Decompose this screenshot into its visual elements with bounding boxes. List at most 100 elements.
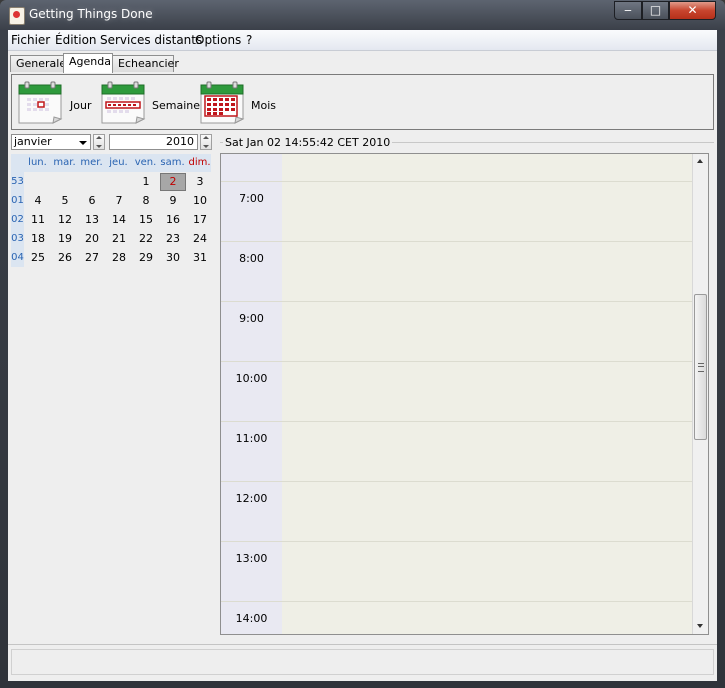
day-header-dim: dim.	[188, 157, 211, 168]
current-date-header: Sat Jan 02 14:55:42 CET 2010	[223, 136, 393, 149]
selected-day-cell[interactable]: 2	[160, 173, 186, 191]
month-spinner[interactable]	[93, 134, 105, 150]
day-cell[interactable]: 17	[187, 211, 213, 229]
hour-label: 9:00	[239, 312, 264, 325]
day-cell[interactable]: 24	[187, 230, 213, 248]
minimize-button[interactable]: ‒	[614, 1, 642, 20]
day-cell[interactable]: 6	[79, 192, 105, 210]
day-cell[interactable]: 22	[133, 230, 159, 248]
month-select[interactable]: janvier	[11, 134, 91, 150]
close-button[interactable]: ✕	[669, 1, 716, 20]
day-header-mer: mer.	[80, 157, 103, 168]
day-header-mar: mar.	[53, 157, 76, 168]
day-cell[interactable]: 29	[133, 249, 159, 267]
day-calendar-icon	[18, 81, 63, 124]
semaine-label: Semaine	[152, 99, 201, 112]
scroll-down-arrow-icon[interactable]	[697, 624, 703, 628]
day-cell[interactable]: 3	[187, 173, 213, 191]
week-number: 02	[11, 214, 24, 225]
day-cell[interactable]: 21	[106, 230, 132, 248]
day-header-jeu: jeu.	[109, 157, 128, 168]
week-calendar-icon	[101, 81, 146, 124]
day-cell[interactable]: 13	[79, 211, 105, 229]
semaine-view-button[interactable]: Semaine	[100, 81, 200, 125]
grip-icon	[698, 363, 704, 372]
day-cell[interactable]: 26	[52, 249, 78, 267]
menu-fichier[interactable]: Fichier	[11, 33, 50, 47]
day-cell[interactable]: 14	[106, 211, 132, 229]
hour-row[interactable]: 10:00	[221, 361, 692, 421]
tab-generale[interactable]: Generale	[10, 55, 66, 72]
day-cell[interactable]: 5	[52, 192, 78, 210]
chevron-down-icon	[79, 141, 87, 145]
day-cell[interactable]: 4	[25, 192, 51, 210]
hour-row[interactable]: 9:00	[221, 301, 692, 361]
hour-row[interactable]: 12:00	[221, 481, 692, 541]
hour-row[interactable]: 7:00	[221, 181, 692, 241]
day-cell[interactable]: 11	[25, 211, 51, 229]
mois-label: Mois	[251, 99, 277, 112]
menu-services-distants[interactable]: Services distants	[100, 33, 202, 47]
jour-view-button[interactable]: Jour	[17, 81, 97, 125]
day-cell[interactable]: 1	[133, 173, 159, 191]
hour-row[interactable]: 8:00	[221, 241, 692, 301]
mois-view-button[interactable]: Mois	[199, 81, 279, 125]
day-cell[interactable]: 18	[25, 230, 51, 248]
day-header-ven: ven.	[134, 157, 157, 168]
hour-label: 7:00	[239, 192, 264, 205]
hour-label: 12:00	[235, 492, 268, 505]
day-cell[interactable]: 8	[133, 192, 159, 210]
year-field[interactable]: 2010	[109, 134, 198, 150]
menu-bar: Fichier Édition Services distants Option…	[8, 30, 717, 51]
hour-label: 11:00	[235, 432, 268, 445]
day-cell[interactable]: 16	[160, 211, 186, 229]
tab-strip: Generale Agenda Echeancier	[8, 53, 717, 73]
menu-edition[interactable]: Édition	[55, 33, 97, 47]
day-cell[interactable]: 27	[79, 249, 105, 267]
status-bar	[8, 644, 717, 681]
week-number-column: 53 01 02 03 04	[11, 172, 24, 267]
hour-label: 13:00	[235, 552, 268, 565]
hour-label: 10:00	[235, 372, 268, 385]
menu-help[interactable]: ?	[246, 33, 252, 47]
application-window: Getting Things Done ‒ □ ✕ Fichier Éditio…	[0, 0, 725, 688]
day-cell[interactable]: 25	[25, 249, 51, 267]
day-cell[interactable]: 9	[160, 192, 186, 210]
maximize-button[interactable]: □	[642, 1, 669, 20]
day-header-sam: sam.	[160, 157, 185, 168]
hour-row[interactable]: 13:00	[221, 541, 692, 601]
menu-options[interactable]: Options	[195, 33, 241, 47]
status-field	[11, 649, 714, 675]
mini-calendar-panel: janvier 2010 lun. mar. mer. jeu. ven. sa…	[11, 134, 216, 646]
day-schedule: 7:00 8:00 9:00 10:00 11:00 12:00 13:00 14:00	[220, 153, 709, 635]
day-cell[interactable]: 10	[187, 192, 213, 210]
day-cell[interactable]: 20	[79, 230, 105, 248]
day-header-lun: lun.	[28, 157, 47, 168]
window-title: Getting Things Done	[29, 7, 153, 21]
day-cell[interactable]: 15	[133, 211, 159, 229]
day-view-panel: Sat Jan 02 14:55:42 CET 2010 7:00 8:00 9:0…	[220, 134, 714, 638]
scroll-up-arrow-icon[interactable]	[697, 159, 703, 163]
day-cell[interactable]: 7	[106, 192, 132, 210]
tab-agenda[interactable]: Agenda	[63, 53, 113, 73]
day-cell[interactable]: 31	[187, 249, 213, 267]
day-cell[interactable]: 23	[160, 230, 186, 248]
week-number: 53	[11, 176, 24, 187]
scroll-thumb[interactable]	[694, 294, 707, 440]
week-number: 03	[11, 233, 24, 244]
client-area: Fichier Édition Services distants Option…	[8, 30, 717, 681]
java-app-icon	[9, 7, 25, 25]
title-bar[interactable]: Getting Things Done ‒ □ ✕	[0, 0, 725, 30]
hour-row[interactable]: 14:00	[221, 601, 692, 634]
day-header-row: lun. mar. mer. jeu. ven. sam. dim.	[11, 154, 211, 172]
tab-echeancier[interactable]: Echeancier	[112, 55, 179, 72]
year-spinner[interactable]	[200, 134, 212, 150]
vertical-scrollbar[interactable]	[692, 154, 708, 634]
week-number: 04	[11, 252, 24, 263]
jour-label: Jour	[70, 99, 92, 112]
day-cell[interactable]: 12	[52, 211, 78, 229]
day-cell[interactable]: 19	[52, 230, 78, 248]
hour-row[interactable]: 11:00	[221, 421, 692, 481]
day-cell[interactable]: 30	[160, 249, 186, 267]
day-cell[interactable]: 28	[106, 249, 132, 267]
